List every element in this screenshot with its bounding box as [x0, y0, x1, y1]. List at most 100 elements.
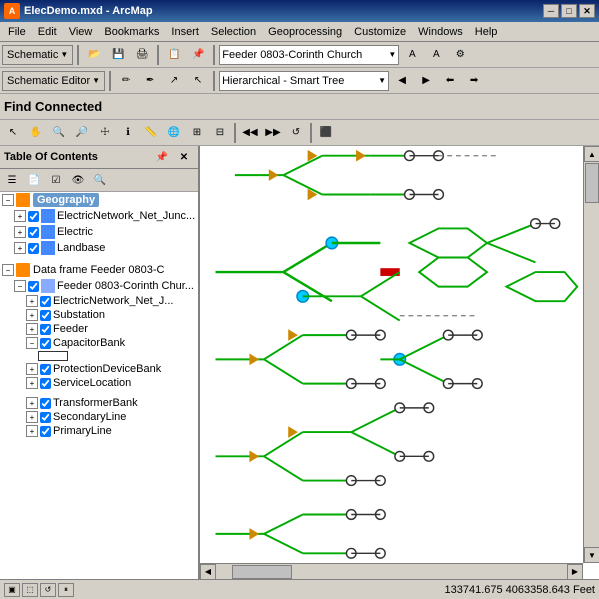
substation-checkbox[interactable] [40, 310, 51, 321]
menu-windows[interactable]: Windows [412, 24, 469, 40]
toc-primary[interactable]: + PrimaryLine [0, 424, 198, 438]
tool-hand[interactable]: ✋ [25, 122, 47, 144]
tool-stop[interactable]: ⬛ [315, 122, 337, 144]
toc-feeder-main[interactable]: − Feeder 0803-Corinth Chur... [0, 278, 198, 294]
print-button[interactable]: 🖨 [131, 44, 153, 66]
toc-vis-btn[interactable]: 👁 [68, 171, 88, 189]
feeder-main-checkbox[interactable] [28, 281, 39, 292]
close-button[interactable]: ✕ [579, 4, 595, 18]
landbase-expand-icon[interactable]: + [14, 242, 26, 254]
transformer-expand[interactable]: + [26, 397, 38, 409]
scroll-up-btn[interactable]: ▲ [584, 146, 599, 162]
nav-btn-4[interactable]: ➡ [463, 70, 485, 92]
feeder-expand[interactable]: + [26, 323, 38, 335]
edit-btn-3[interactable]: ↗ [163, 70, 185, 92]
toc-capacitor[interactable]: − CapacitorBank [0, 336, 198, 350]
junc-expand-icon[interactable]: + [14, 210, 26, 222]
scroll-thumb-h[interactable] [232, 565, 292, 579]
menu-selection[interactable]: Selection [205, 24, 262, 40]
tool-identify[interactable]: ℹ [117, 122, 139, 144]
open-button[interactable]: 📂 [83, 44, 105, 66]
toc-source-btn[interactable]: 📄 [24, 171, 44, 189]
tool-pan[interactable]: ☩ [94, 122, 116, 144]
menu-customize[interactable]: Customize [348, 24, 412, 40]
tool-globe[interactable]: 🌐 [163, 122, 185, 144]
feeder-checkbox[interactable] [40, 324, 51, 335]
scroll-right-btn[interactable]: ▶ [567, 564, 583, 580]
tool-refresh[interactable]: ↺ [285, 122, 307, 144]
tool-forward[interactable]: ▶▶ [262, 122, 284, 144]
smart-tree-dropdown[interactable]: Hierarchical - Smart Tree ▼ [219, 71, 389, 91]
tool-zoom-out[interactable]: 🔎 [71, 122, 93, 144]
schematic-editor-menu[interactable]: Schematic Editor ▼ [2, 71, 105, 91]
protection-checkbox[interactable] [40, 364, 51, 375]
tool-zoom-in[interactable]: 🔍 [48, 122, 70, 144]
vertical-scrollbar[interactable]: ▲ ▼ [583, 146, 599, 563]
transformer-checkbox[interactable] [40, 398, 51, 409]
net-junc-checkbox[interactable] [40, 296, 51, 307]
electric-checkbox[interactable] [28, 227, 39, 238]
nav-btn-1[interactable]: ◀ [391, 70, 413, 92]
secondary-expand[interactable]: + [26, 411, 38, 423]
scroll-left-btn[interactable]: ◀ [200, 564, 216, 580]
substation-expand[interactable]: + [26, 309, 38, 321]
feeder-dropdown[interactable]: Feeder 0803-Corinth Church ▼ [219, 45, 399, 65]
toc-search-btn[interactable]: 🔍 [90, 171, 110, 189]
toc-geography-expand[interactable]: − Geography [0, 192, 198, 208]
capacitor-checkbox[interactable] [40, 338, 51, 349]
tool-back[interactable]: ◀◀ [239, 122, 261, 144]
geography-expand-icon[interactable]: − [2, 194, 14, 206]
toc-feeder[interactable]: + Feeder [0, 322, 198, 336]
status-btn-2[interactable]: ⬚ [22, 583, 38, 597]
service-expand[interactable]: + [26, 377, 38, 389]
copy-button[interactable]: 📋 [163, 44, 185, 66]
secondary-checkbox[interactable] [40, 412, 51, 423]
toc-secondary[interactable]: + SecondaryLine [0, 410, 198, 424]
nav-btn-3[interactable]: ⬅ [439, 70, 461, 92]
scroll-thumb-v[interactable] [585, 163, 599, 203]
tool-extent-1[interactable]: ⊞ [186, 122, 208, 144]
toc-service[interactable]: + ServiceLocation [0, 376, 198, 390]
junc-checkbox[interactable] [28, 211, 39, 222]
primary-expand[interactable]: + [26, 425, 38, 437]
toc-sel-btn[interactable]: ☑ [46, 171, 66, 189]
edit-btn-1[interactable]: ✏ [115, 70, 137, 92]
toc-close-btn[interactable]: ✕ [174, 148, 194, 166]
tool-measure[interactable]: 📏 [140, 122, 162, 144]
menu-geoprocessing[interactable]: Geoprocessing [262, 24, 348, 40]
service-checkbox[interactable] [40, 378, 51, 389]
minimize-button[interactable]: ─ [543, 4, 559, 18]
toc-layer-junc[interactable]: + ElectricNetwork_Net_Junc... [0, 208, 198, 224]
save-button[interactable]: 💾 [107, 44, 129, 66]
toolbar-btn-c[interactable]: ⚙ [449, 44, 471, 66]
menu-insert[interactable]: Insert [165, 24, 205, 40]
toolbar-btn-a[interactable]: A [401, 44, 423, 66]
tool-select[interactable]: ↖ [2, 122, 24, 144]
schematic-menu[interactable]: Schematic ▼ [2, 45, 73, 65]
toc-protection[interactable]: + ProtectionDeviceBank [0, 362, 198, 376]
tool-extent-2[interactable]: ⊟ [209, 122, 231, 144]
nav-btn-2[interactable]: ▶ [415, 70, 437, 92]
status-btn-3[interactable]: ↺ [40, 583, 56, 597]
toc-transformer[interactable]: + TransformerBank [0, 396, 198, 410]
dataframe-expand-icon[interactable]: − [2, 264, 14, 276]
menu-edit[interactable]: Edit [32, 24, 63, 40]
toc-dataframe-expand[interactable]: − Data frame Feeder 0803-C [0, 262, 198, 278]
edit-btn-4[interactable]: ↖ [187, 70, 209, 92]
edit-btn-2[interactable]: ✒ [139, 70, 161, 92]
status-btn-pause[interactable]: ⏸ [58, 583, 74, 597]
toc-net-junc[interactable]: + ElectricNetwork_Net_J... [0, 294, 198, 308]
landbase-checkbox[interactable] [28, 243, 39, 254]
menu-help[interactable]: Help [469, 24, 504, 40]
status-btn-1[interactable]: ▣ [4, 583, 20, 597]
primary-checkbox[interactable] [40, 426, 51, 437]
toolbar-btn-b[interactable]: A [425, 44, 447, 66]
capacitor-expand[interactable]: − [26, 337, 38, 349]
toc-layer-electric[interactable]: + Electric [0, 224, 198, 240]
menu-bookmarks[interactable]: Bookmarks [98, 24, 165, 40]
horizontal-scrollbar[interactable]: ◀ ▶ [200, 563, 583, 579]
toc-layer-landbase[interactable]: + Landbase [0, 240, 198, 256]
toc-list-btn[interactable]: ☰ [2, 171, 22, 189]
electric-expand-icon[interactable]: + [14, 226, 26, 238]
menu-file[interactable]: File [2, 24, 32, 40]
